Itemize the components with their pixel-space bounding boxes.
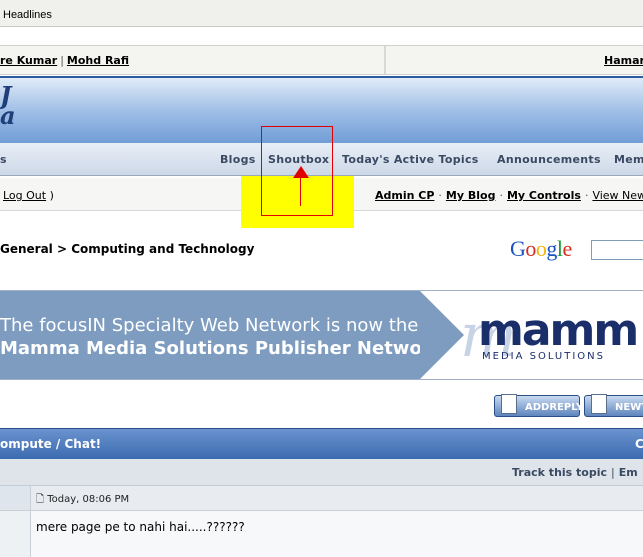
ad-brand: mamm	[478, 305, 639, 356]
right-links: Hamar	[604, 54, 643, 67]
thread-header: ompute / Chat! C	[0, 428, 643, 459]
post-date: 🗋 Today, 08:06 PM	[36, 492, 129, 509]
nav-item-announcements[interactable]: Announcements	[497, 153, 601, 166]
my-blog-link[interactable]: My Blog	[446, 189, 496, 202]
headlines-label[interactable]: Headlines	[3, 9, 52, 21]
post-message: mere page pe to nahi hai.....??????	[36, 520, 245, 534]
logout-area: Log Out )	[3, 189, 54, 202]
google-letter: G	[510, 236, 526, 261]
email-topic-link[interactable]: Em	[619, 466, 638, 479]
breadcrumb[interactable]: General > Computing and Technology	[0, 242, 254, 256]
google-letter: o	[525, 236, 536, 261]
divider	[384, 46, 386, 74]
add-reply-label: ADDREPLY	[525, 402, 584, 413]
new-topic-label: NEWTO	[615, 402, 643, 413]
site-logo[interactable]: J a	[0, 84, 16, 130]
track-topic-link[interactable]: Track this topic	[512, 466, 607, 479]
link-hamar[interactable]: Hamar	[604, 54, 643, 67]
topic-tools-bar: Track this topic | Em	[0, 459, 643, 486]
add-reply-button[interactable]: ADDREPLY	[494, 394, 584, 417]
admin-cp-link[interactable]: Admin CP	[375, 189, 434, 202]
thread-header-right[interactable]: C	[635, 437, 643, 451]
post-date-text: Today, 08:06 PM	[47, 494, 130, 505]
post-icon: 🗋	[36, 494, 45, 505]
google-letter: g	[546, 236, 557, 261]
new-topic-button[interactable]: NEWTO	[584, 394, 643, 417]
arrow-up-icon	[293, 166, 309, 178]
highlight-arrow-line	[300, 176, 301, 206]
view-new-posts-link[interactable]: View New Po	[592, 189, 643, 202]
artist-link-rafi[interactable]: Mohd Rafi	[67, 54, 129, 67]
google-letter: o	[535, 236, 547, 261]
artist-links-row: re Kumar | Mohd Rafi Hamar	[0, 45, 643, 75]
artist-links: re Kumar | Mohd Rafi	[0, 54, 129, 67]
topic-tools: Track this topic | Em	[512, 466, 638, 479]
ad-line-2: Mamma Media Solutions Publisher Network	[0, 338, 443, 359]
my-controls-link[interactable]: My Controls	[507, 189, 581, 202]
nav-item-active-topics[interactable]: Today's Active Topics	[342, 153, 479, 166]
nav-item-blogs[interactable]: Blogs	[220, 153, 256, 166]
thread-title: ompute / Chat!	[0, 437, 102, 451]
ad-banner[interactable]: The focusIN Specialty Web Network is now…	[0, 290, 643, 380]
logout-link[interactable]: Log Out	[3, 189, 46, 202]
search-input[interactable]	[591, 240, 643, 260]
ad-subtitle: MEDIA SOLUTIONS	[482, 351, 605, 362]
reply-icon	[501, 394, 517, 414]
logo-line-2: a	[0, 101, 16, 130]
ad-left-panel: The focusIN Specialty Web Network is now…	[0, 291, 443, 379]
nav-item-members[interactable]: Mem	[614, 153, 643, 166]
user-links: Admin CP·My Blog·My Controls·View New Po	[375, 189, 643, 202]
post-body: mere page pe to nahi hai.....??????	[0, 511, 643, 557]
logout-paren: )	[49, 189, 54, 202]
new-topic-icon	[591, 394, 607, 414]
post-author-panel	[0, 511, 31, 557]
nav-item-partial[interactable]: s	[0, 153, 7, 166]
tools-separator: |	[611, 466, 615, 479]
headlines-bar: Headlines	[0, 0, 643, 27]
post-header: 🗋 Today, 08:06 PM	[0, 486, 643, 511]
google-letter: e	[562, 236, 573, 261]
post-author-cell	[0, 486, 31, 510]
ad-line-1: The focusIN Specialty Web Network is now…	[0, 315, 419, 336]
google-logo: Google	[510, 236, 572, 262]
ad-arrow-shape	[420, 291, 464, 379]
artist-link-kumar[interactable]: re Kumar	[0, 54, 57, 67]
